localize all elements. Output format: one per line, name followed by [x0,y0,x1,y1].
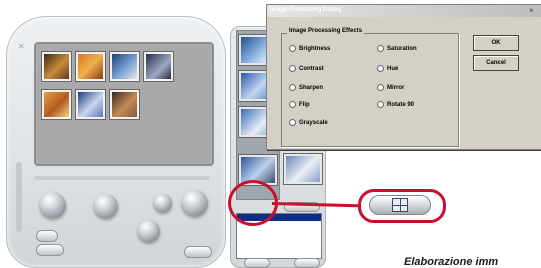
panel-bottom-left-button[interactable] [244,258,270,268]
photo-thumbnail[interactable] [110,52,139,81]
stop-button[interactable] [182,190,208,216]
radio-icon[interactable] [289,84,296,91]
effect-option-rotate-90[interactable]: Rotate 90 [377,101,414,108]
effect-label: Contrast [299,65,324,72]
radio-icon[interactable] [377,101,384,108]
next-button[interactable] [154,194,172,212]
radio-icon[interactable] [377,84,384,91]
effect-label: Flip [299,101,310,108]
dialog-title-bar[interactable]: Image Processing Dialog × [267,5,541,17]
photo-thumbnail[interactable] [76,90,105,119]
cancel-button[interactable]: Cancel [473,55,519,71]
radio-icon[interactable] [377,45,384,52]
mode-toggle-button[interactable] [36,230,58,242]
previous-button[interactable] [40,192,66,218]
effect-option-saturation[interactable]: Saturation [377,45,417,52]
grid-view-button[interactable] [369,195,431,215]
effect-label: Hue [387,65,399,72]
options-button[interactable] [36,244,64,256]
panel-bottom-right-button[interactable] [294,258,320,268]
strip-thumbnail[interactable] [284,154,322,184]
exit-button[interactable] [184,246,212,258]
effect-option-sharpen[interactable]: Sharpen [289,84,323,91]
photo-thumbnail[interactable] [42,90,71,119]
effect-label: Brightness [299,45,331,52]
zoom-button[interactable] [138,220,160,242]
photo-thumbnail[interactable] [110,90,139,119]
radio-icon[interactable] [289,45,296,52]
callout-caption: Elaborazione imm [404,256,499,268]
effect-option-mirror[interactable]: Mirror [377,84,404,91]
radio-icon[interactable] [289,65,296,72]
effect-label: Rotate 90 [387,101,415,108]
dialog-title: Image Processing Dialog [270,7,342,13]
effect-label: Saturation [387,45,417,52]
effect-label: Grayscale [299,119,328,126]
radio-icon[interactable] [377,65,384,72]
photo-grid-screen [34,42,214,166]
effect-option-brightness[interactable]: Brightness [289,45,330,52]
progress-slider-track[interactable] [34,176,210,180]
close-icon[interactable]: × [529,6,534,15]
effect-option-flip[interactable]: Flip [289,101,310,108]
volume-slider-track[interactable] [16,162,22,232]
effect-option-grayscale[interactable]: Grayscale [289,119,328,126]
callout-zoom-frame [358,189,446,223]
ok-button[interactable]: OK [473,35,519,51]
photo-thumbnail[interactable] [42,52,71,81]
effect-option-hue[interactable]: Hue [377,65,398,72]
callout-circle [228,180,278,226]
effects-group-label: Image Processing Effects [287,28,365,34]
effect-label: Mirror [387,84,405,91]
image-processing-dialog: Image Processing Dialog × Image Processi… [266,4,541,150]
play-button[interactable] [94,194,118,218]
grid-view-icon [392,198,408,212]
skin-close-icon[interactable]: ✕ [18,42,25,51]
effect-label: Sharpen [299,84,324,91]
effect-option-contrast[interactable]: Contrast [289,65,324,72]
radio-icon[interactable] [289,101,296,108]
photo-thumbnail[interactable] [144,52,173,81]
photo-thumbnail[interactable] [76,52,105,81]
radio-icon[interactable] [289,119,296,126]
